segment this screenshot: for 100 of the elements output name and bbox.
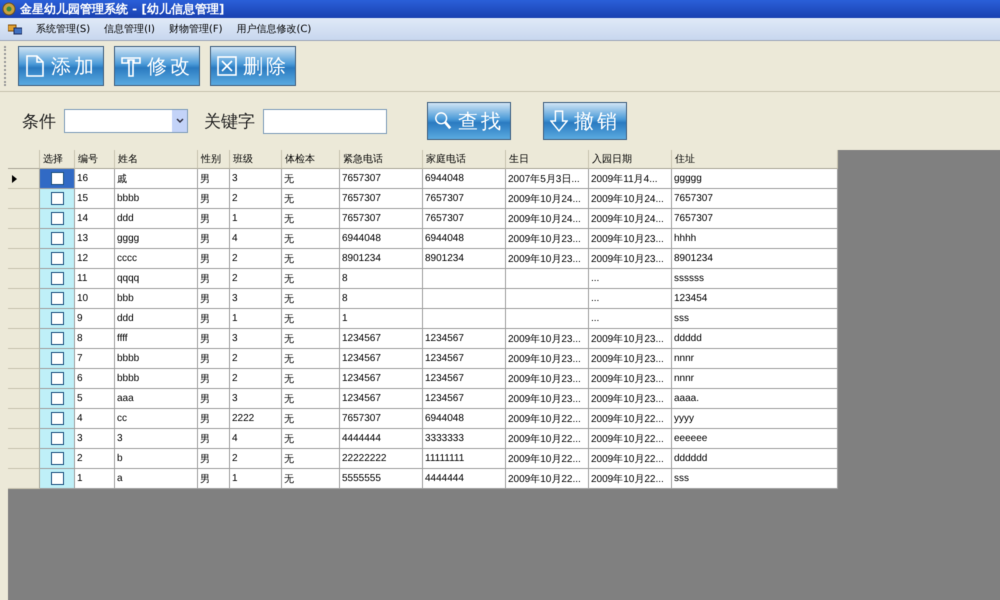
table-cell: 2009年10月24... [589, 209, 672, 229]
column-header[interactable]: 编号 [75, 150, 115, 169]
keyword-field[interactable] [263, 108, 387, 134]
table-cell: 无 [282, 209, 340, 229]
table-cell: 2009年10月23... [589, 389, 672, 409]
checkbox[interactable] [50, 292, 64, 305]
table-cell: 7657307 [340, 409, 423, 429]
column-header[interactable]: 紧急电话 [340, 150, 423, 169]
table-cell: 7 [75, 349, 115, 369]
table-cell: 8 [340, 269, 423, 289]
table-cell: 1 [230, 209, 282, 229]
edit-button[interactable]: 修改 [114, 46, 200, 86]
table-cell: 1234567 [423, 369, 506, 389]
table-cell: 2 [230, 269, 282, 289]
checkbox[interactable] [50, 272, 64, 285]
table-cell: 6944048 [423, 169, 506, 189]
table-cell: sss [672, 469, 838, 489]
table-cell: 男 [198, 469, 230, 489]
table-cell: 男 [198, 369, 230, 389]
checkbox[interactable] [50, 352, 64, 365]
table-cell: 6944048 [423, 229, 506, 249]
table-cell: 15 [75, 189, 115, 209]
menu-item[interactable]: 用户信息修改(C) [236, 22, 312, 36]
table-cell: 22222222 [340, 449, 423, 469]
table-cell: 无 [282, 189, 340, 209]
column-header[interactable]: 家庭电话 [423, 150, 506, 169]
checkbox[interactable] [50, 472, 64, 485]
table-cell: 无 [282, 429, 340, 449]
table-cell: 男 [198, 229, 230, 249]
table-cell: qqqq [115, 269, 198, 289]
checkbox[interactable] [50, 192, 64, 205]
column-header[interactable]: 生日 [506, 150, 589, 169]
search-button[interactable]: 查找 [427, 102, 511, 140]
current-row-icon [12, 174, 17, 182]
menu-item[interactable]: 信息管理(I) [104, 22, 155, 36]
table-cell: 男 [198, 269, 230, 289]
table-cell: 无 [282, 289, 340, 309]
condition-dropdown[interactable] [64, 109, 188, 133]
column-header[interactable]: 性别 [198, 150, 230, 169]
checkbox[interactable] [50, 252, 64, 265]
column-header[interactable]: 入园日期 [589, 150, 672, 169]
table-cell: yyyy [672, 409, 838, 429]
table-cell: 8 [340, 289, 423, 309]
column-header[interactable]: 住址 [672, 150, 838, 169]
menu-item[interactable]: 财物管理(F) [168, 22, 222, 36]
column-header[interactable]: 姓名 [115, 150, 198, 169]
table-cell: 男 [198, 389, 230, 409]
column-header[interactable]: 选择 [40, 150, 75, 169]
table-cell: hhhh [672, 229, 838, 249]
table-cell: 2009年10月23... [506, 349, 589, 369]
table-cell: 4 [75, 409, 115, 429]
hammer-icon [121, 55, 141, 77]
table-cell: 7657307 [340, 189, 423, 209]
checkbox[interactable] [50, 212, 64, 225]
table-cell: 2009年10月22... [589, 449, 672, 469]
table-cell: 3 [230, 389, 282, 409]
table-cell: 11111111 [423, 449, 506, 469]
table-cell: 无 [282, 329, 340, 349]
checkbox[interactable] [50, 432, 64, 445]
checkbox[interactable] [50, 172, 64, 185]
table-cell: 4444444 [340, 429, 423, 449]
table-cell: 2 [75, 449, 115, 469]
checkbox[interactable] [50, 312, 64, 325]
delete-button[interactable]: 删除 [210, 46, 296, 86]
table-cell: 4 [230, 229, 282, 249]
checkbox[interactable] [50, 412, 64, 425]
table-cell: 8901234 [423, 249, 506, 269]
table-cell: 2 [230, 349, 282, 369]
table-cell: 2009年10月23... [506, 389, 589, 409]
table-cell: 无 [282, 469, 340, 489]
table-cell: bbbb [115, 349, 198, 369]
table-cell: 2007年5月3日... [506, 169, 589, 189]
checkbox[interactable] [50, 392, 64, 405]
table-cell: 3 [75, 429, 115, 449]
table-cell: aaaa. [672, 389, 838, 409]
table-cell: eeeeee [672, 429, 838, 449]
table-cell: 男 [198, 449, 230, 469]
table-cell: ddd [115, 309, 198, 329]
table-cell: bbbb [115, 369, 198, 389]
table-cell: 2009年10月22... [506, 409, 589, 429]
table-cell: 无 [282, 369, 340, 389]
table-cell: dddddd [672, 449, 838, 469]
checkbox[interactable] [50, 452, 64, 465]
table-cell: 1234567 [340, 389, 423, 409]
menu-item[interactable]: 系统管理(S) [36, 22, 90, 36]
add-button[interactable]: 添加 [18, 46, 104, 86]
checkbox[interactable] [50, 372, 64, 385]
checkbox[interactable] [50, 332, 64, 345]
table-cell: 3 [230, 169, 282, 189]
checkbox[interactable] [50, 232, 64, 245]
column-header[interactable]: 体检本 [282, 150, 340, 169]
undo-button[interactable]: 撤销 [543, 102, 627, 140]
table-cell: 2009年10月23... [506, 329, 589, 349]
table-cell: 10 [75, 289, 115, 309]
row-header[interactable] [8, 169, 40, 189]
table-cell: ffff [115, 329, 198, 349]
column-header[interactable]: 班级 [230, 150, 282, 169]
table-cell: 16 [75, 169, 115, 189]
table-cell: 2009年10月22... [589, 409, 672, 429]
table-cell: 1234567 [340, 349, 423, 369]
